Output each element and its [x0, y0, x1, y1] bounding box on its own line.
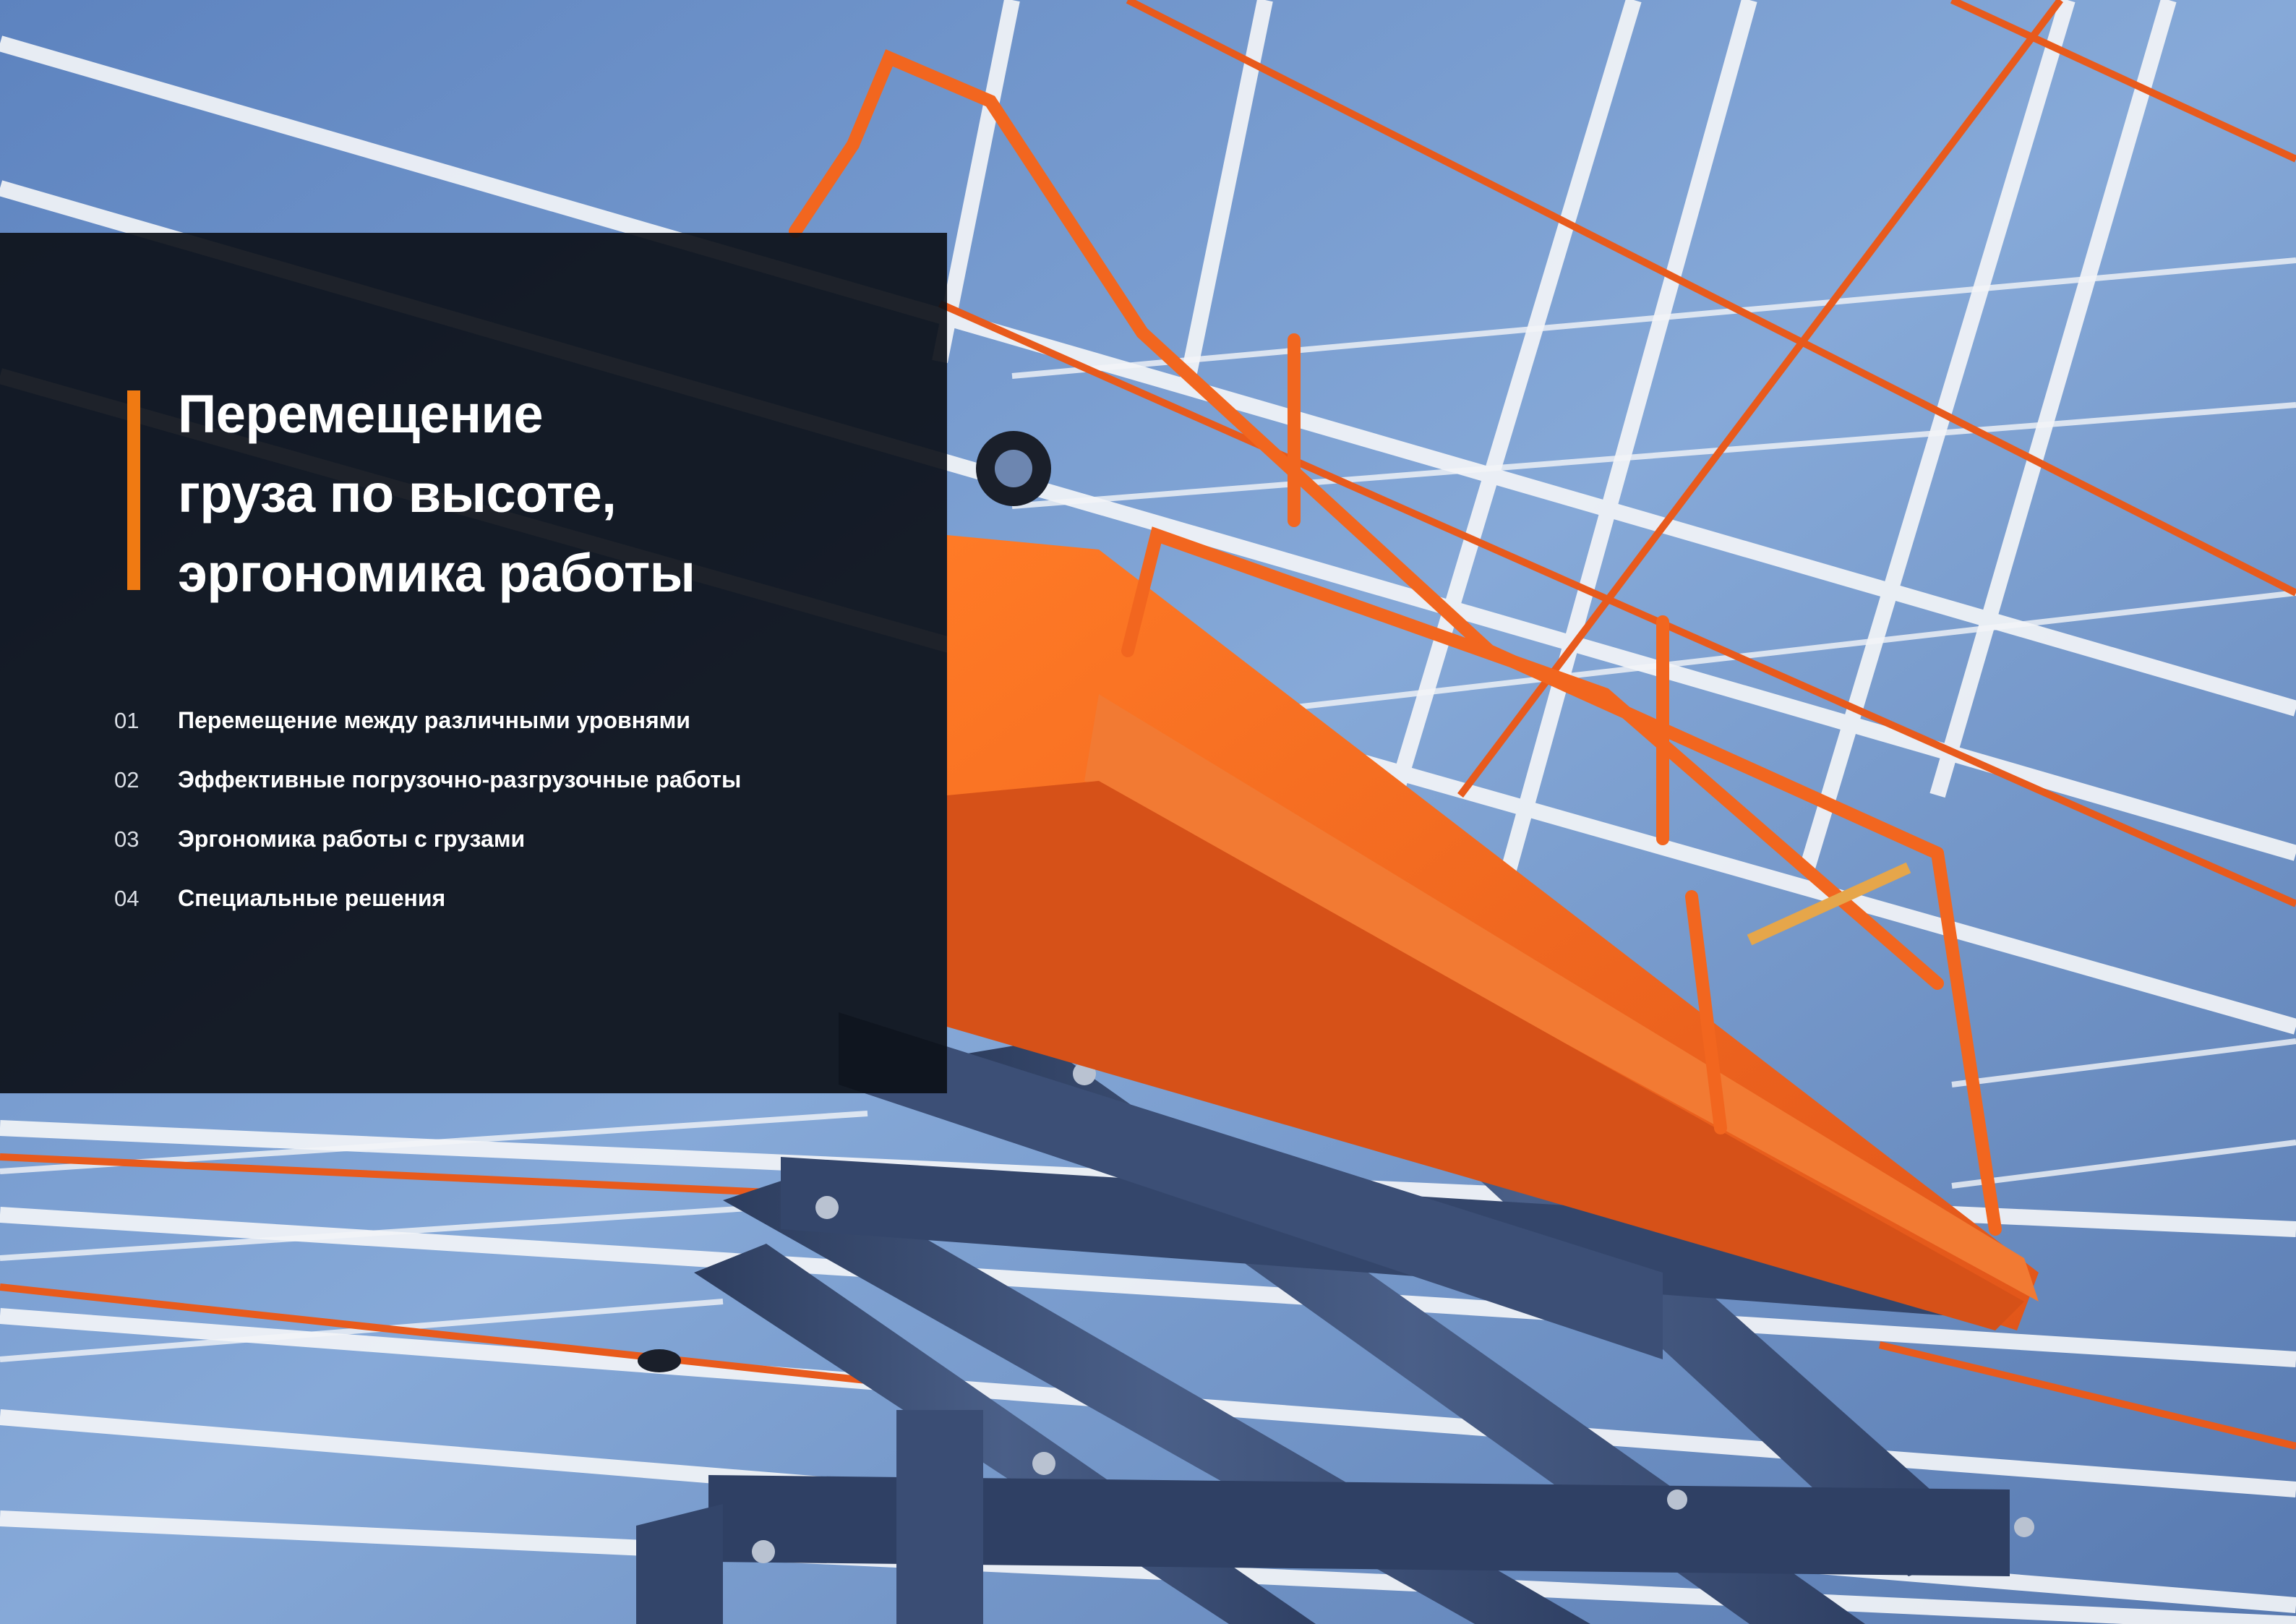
contents-item-number: 03 — [114, 826, 140, 852]
contents-item[interactable]: 01 Перемещение между различными уровнями — [114, 707, 909, 766]
page-title-line: Перемещение — [178, 384, 544, 444]
contents-item[interactable]: 02 Эффективные погрузочно-разгрузочные р… — [114, 766, 909, 826]
contents-item-number: 02 — [114, 767, 140, 792]
contents-item-number: 01 — [114, 708, 140, 733]
contents-item-number: 04 — [114, 886, 140, 911]
page-title-line: эргономика работы — [178, 543, 695, 603]
contents-item-label: Перемещение между различными уровнями — [178, 707, 690, 733]
contents-item-label: Специальные решения — [178, 885, 446, 911]
table-of-contents: 01 Перемещение между различными уровнями… — [114, 707, 909, 944]
title-panel — [0, 233, 947, 1093]
title-accent-bar — [127, 390, 140, 590]
page-title: Перемещение груза по высоте, эргономика … — [178, 375, 886, 613]
brochure-page: Перемещение груза по высоте, эргономика … — [0, 0, 2296, 1624]
contents-item[interactable]: 03 Эргономика работы с грузами — [114, 826, 909, 885]
hanging-lamp — [638, 1349, 681, 1372]
contents-item-label: Эффективные погрузочно-разгрузочные рабо… — [178, 766, 742, 792]
contents-item-label: Эргономика работы с грузами — [178, 826, 526, 852]
page-title-line: груза по высоте, — [178, 463, 617, 523]
contents-item[interactable]: 04 Специальные решения — [114, 885, 909, 944]
